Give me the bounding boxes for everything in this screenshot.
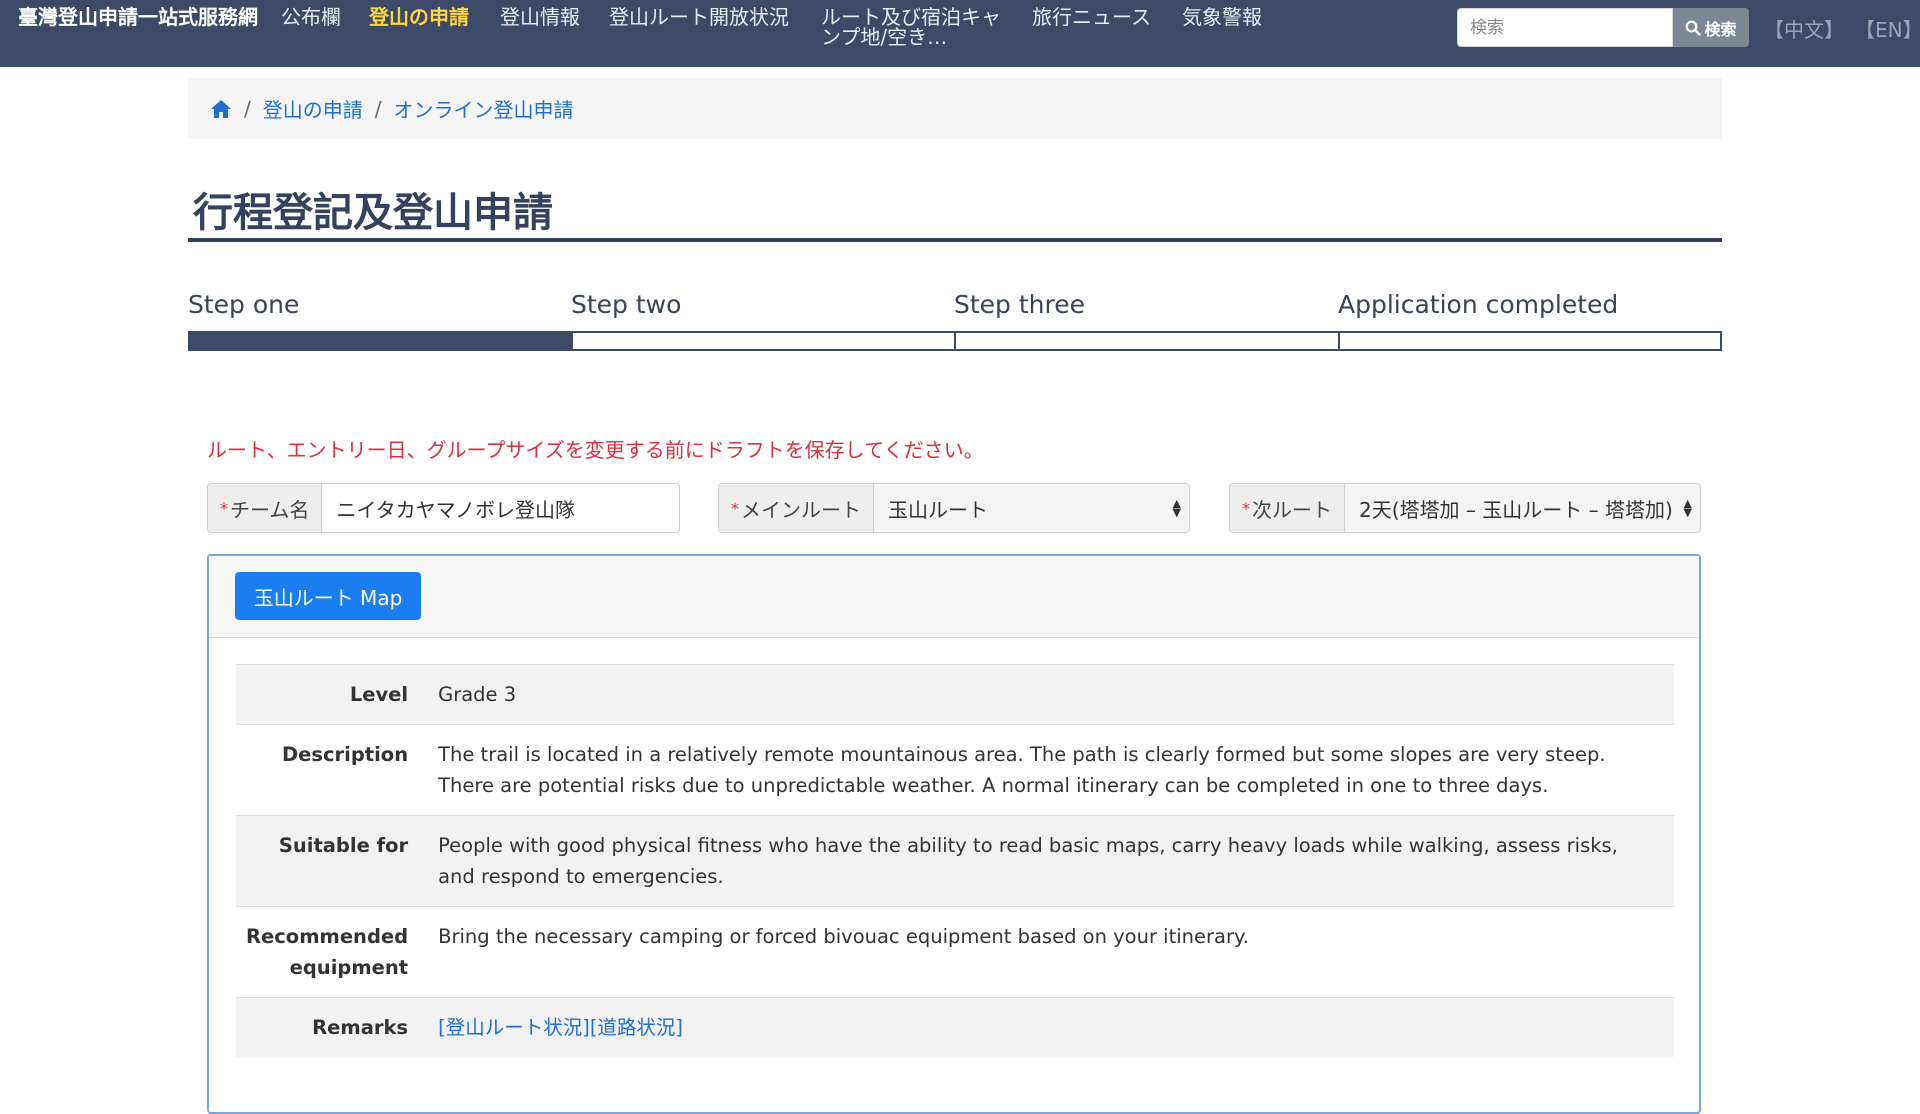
row-label-recommended-equipment: Recommended equipment (246, 925, 409, 979)
main-route-label-text: メインルート (741, 497, 861, 522)
step-one-label: Step one (188, 290, 300, 319)
table-row: Description The trail is located in a re… (236, 724, 1674, 816)
draft-warning: ルート、エントリー日、グループサイズを変更する前にドラフトを保存してください。 (207, 438, 984, 462)
row-value-recommended-equipment: Bring the necessary camping or forced bi… (438, 925, 1249, 948)
team-name-group: * チーム名 ニイタカヤマノボレ登山隊 (207, 483, 680, 533)
main-route-value: 玉山ルート (888, 497, 988, 522)
sub-route-label-text: 次ルート (1252, 497, 1332, 522)
row-label-suitable-for: Suitable for (278, 834, 409, 857)
required-marker: * (1242, 498, 1250, 518)
site-brand[interactable]: 臺灣登山申請一站式服務網 (18, 7, 258, 27)
step-one-bar (188, 331, 572, 351)
table-row: Suitable for People with good physical f… (236, 815, 1674, 907)
lang-en-link[interactable]: 【EN】 (1855, 14, 1920, 43)
select-arrows-icon: ▲ ▼ (1683, 497, 1692, 519)
home-icon[interactable] (210, 99, 232, 119)
required-marker: * (731, 498, 739, 518)
row-label-level: Level (349, 683, 409, 706)
step-three-bar (954, 331, 1340, 351)
title-divider (188, 238, 1722, 242)
search-icon (1686, 20, 1702, 36)
top-navbar: 臺灣登山申請一站式服務網 公布欄 登山の申請 登山情報 登山ルート開放状況 ルー… (0, 0, 1920, 67)
row-label-remarks: Remarks (312, 1016, 409, 1039)
nav-item-weather-alerts[interactable]: 気象警報 (1182, 7, 1262, 27)
table-row: Level Grade 3 (236, 664, 1674, 725)
nav-item-bulletin[interactable]: 公布欄 (281, 7, 341, 27)
search-button-label: 検索 (1704, 19, 1737, 39)
row-value-suitable-for: People with good physical fitness who ha… (438, 834, 1618, 888)
row-value-level: Grade 3 (438, 683, 517, 706)
step-completed-bar (1338, 331, 1722, 351)
row-value-remarks: [登山ルート状況][道路状況] (438, 998, 1674, 1058)
table-row: Remarks [登山ルート状況][道路状況] (236, 997, 1674, 1058)
main-route-select[interactable]: 玉山ルート ▲ ▼ (874, 484, 1189, 532)
nav-item-travel-news[interactable]: 旅行ニュース (1032, 7, 1151, 27)
select-arrows-icon: ▲ ▼ (1172, 497, 1181, 519)
sub-route-label: * 次ルート (1230, 484, 1345, 532)
team-name-label-text: チーム名 (230, 497, 310, 522)
step-two-label: Step two (571, 290, 682, 319)
breadcrumb-online-application[interactable]: オンライン登山申請 (394, 94, 574, 123)
route-status-link[interactable]: [登山ルート状況] (438, 1016, 590, 1039)
row-value-description: The trail is located in a relatively rem… (438, 743, 1606, 797)
team-name-input[interactable]: ニイタカヤマノボレ登山隊 (322, 484, 679, 532)
main-route-group: * メインルート 玉山ルート ▲ ▼ (718, 483, 1190, 533)
nav-item-route-status[interactable]: 登山ルート開放状況 (609, 7, 789, 27)
step-completed-label: Application completed (1338, 290, 1619, 319)
step-two-bar (571, 331, 956, 351)
nav-item-routes-campsites[interactable]: ルート及び宿泊キャンプ地/空き… (821, 7, 1003, 47)
panel-header: 玉山ルート Map (209, 556, 1699, 638)
breadcrumb-separator: / (244, 96, 251, 121)
search-button[interactable]: 検索 (1673, 8, 1749, 47)
page-title: 行程登記及登山申請 (193, 190, 553, 236)
required-marker: * (220, 498, 228, 518)
nav-item-climbing-info[interactable]: 登山情報 (500, 7, 580, 27)
nav-item-climbing-application[interactable]: 登山の申請 (369, 7, 469, 27)
main-route-label: * メインルート (719, 484, 874, 532)
search-input[interactable] (1457, 8, 1673, 47)
route-map-button[interactable]: 玉山ルート Map (235, 572, 421, 620)
sub-route-select[interactable]: 2天(塔塔加 – 玉山ルート – 塔塔加) ▲ ▼ (1345, 484, 1700, 532)
breadcrumb: / 登山の申請 / オンライン登山申請 (188, 78, 1722, 139)
row-label-description: Description (281, 743, 409, 766)
route-info-panel: 玉山ルート Map Level Grade 3 Description The … (207, 554, 1701, 1114)
breadcrumb-separator: / (374, 96, 382, 121)
step-three-label: Step three (954, 290, 1086, 319)
table-row: Recommended equipment Bring the necessar… (236, 906, 1674, 998)
lang-zh-link[interactable]: 【中文】 (1764, 14, 1844, 43)
team-name-label: * チーム名 (208, 484, 323, 532)
route-info-table: Level Grade 3 Description The trail is l… (236, 664, 1674, 1057)
breadcrumb-climbing-application[interactable]: 登山の申請 (263, 94, 363, 123)
sub-route-group: * 次ルート 2天(塔塔加 – 玉山ルート – 塔塔加) ▲ ▼ (1229, 483, 1701, 533)
road-status-link[interactable]: [道路状況] (590, 1016, 683, 1039)
sub-route-value: 2天(塔塔加 – 玉山ルート – 塔塔加) (1359, 497, 1673, 522)
